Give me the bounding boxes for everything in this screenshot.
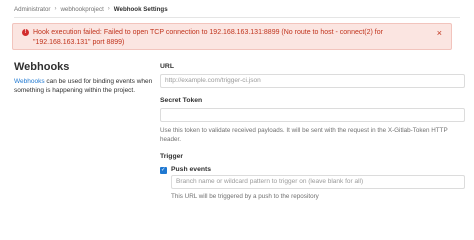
webhooks-link[interactable]: Webhooks xyxy=(14,78,45,85)
header-divider xyxy=(14,17,460,18)
error-alert: ! Hook execution failed: Failed to open … xyxy=(12,23,452,50)
breadcrumb-separator: › xyxy=(54,6,57,12)
error-icon: ! xyxy=(22,29,29,36)
push-events-checkbox[interactable]: ✓ xyxy=(160,167,167,174)
breadcrumb-item-project[interactable]: webhookproject xyxy=(60,6,103,13)
branch-filter-input[interactable]: Branch name or wildcard pattern to trigg… xyxy=(171,175,465,189)
url-label: URL xyxy=(160,63,174,70)
close-icon[interactable]: × xyxy=(437,29,442,38)
push-events-label[interactable]: Push events xyxy=(171,166,211,173)
breadcrumb-separator: › xyxy=(107,6,110,12)
url-input[interactable]: http://example.com/trigger-ci.json xyxy=(160,74,465,88)
section-description: Webhooks can be used for binding events … xyxy=(14,77,154,96)
breadcrumb-item-current: Webhook Settings xyxy=(113,5,168,13)
breadcrumb-item-administrator[interactable]: Administrator xyxy=(14,6,50,13)
secret-token-input[interactable] xyxy=(160,108,465,122)
breadcrumb: Administrator › webhookproject › Webhook… xyxy=(14,4,168,14)
secret-token-label: Secret Token xyxy=(160,97,203,104)
alert-message: Hook execution failed: Failed to open TC… xyxy=(33,28,383,47)
secret-token-help: Use this token to validate received payl… xyxy=(160,127,448,143)
section-title: Webhooks xyxy=(14,61,70,73)
push-events-help: This URL will be triggered by a push to … xyxy=(171,193,319,200)
trigger-label: Trigger xyxy=(160,153,184,160)
